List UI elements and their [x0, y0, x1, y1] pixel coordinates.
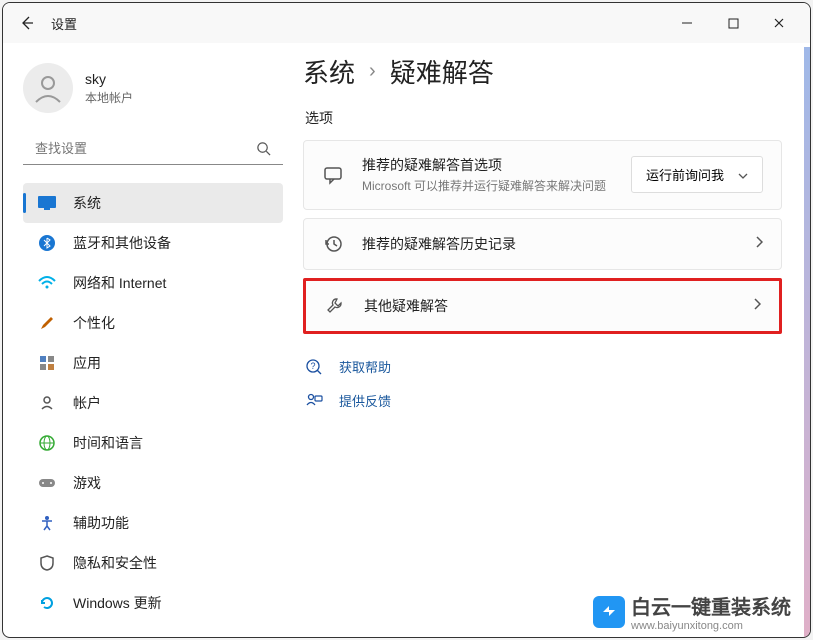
chevron-right-icon: [753, 297, 761, 315]
sidebar: sky 本地帐户 系统 蓝牙和其他设备: [3, 43, 303, 637]
search-box[interactable]: [23, 133, 283, 165]
paintbrush-icon: [37, 313, 57, 333]
user-subtitle: 本地帐户: [85, 89, 133, 106]
arrow-left-icon: [19, 15, 35, 31]
option-title: 推荐的疑难解答历史记录: [362, 234, 755, 254]
history-icon: [322, 233, 344, 255]
nav-item-accounts[interactable]: 帐户: [23, 383, 283, 423]
nav-item-accessibility[interactable]: 辅助功能: [23, 503, 283, 543]
nav-item-apps[interactable]: 应用: [23, 343, 283, 383]
accessibility-icon: [37, 513, 57, 533]
nav-item-windows-update[interactable]: Windows 更新: [23, 583, 283, 623]
card-recommended-preferences: 推荐的疑难解答首选项 Microsoft 可以推荐并运行疑难解答来解决问题 运行…: [303, 140, 782, 210]
search-icon: [256, 141, 271, 156]
breadcrumb: 系统 › 疑难解答: [303, 53, 782, 90]
window-title: 设置: [51, 14, 77, 33]
globe-icon: [37, 433, 57, 453]
nav-item-system[interactable]: 系统: [23, 183, 283, 223]
row-history[interactable]: 推荐的疑难解答历史记录: [304, 219, 781, 269]
gaming-icon: [37, 473, 57, 493]
shield-icon: [37, 553, 57, 573]
link-label: 获取帮助: [339, 357, 391, 376]
maximize-icon: [728, 18, 739, 29]
minimize-button[interactable]: [664, 7, 710, 39]
titlebar: 设置: [3, 3, 810, 43]
avatar: [23, 63, 73, 113]
breadcrumb-parent[interactable]: 系统: [303, 53, 355, 90]
nav-label: 帐户: [73, 393, 101, 413]
row-recommended-preferences: 推荐的疑难解答首选项 Microsoft 可以推荐并运行疑难解答来解决问题 运行…: [304, 141, 781, 209]
chevron-down-icon: [738, 167, 748, 182]
card-other-troubleshooters[interactable]: 其他疑难解答: [303, 278, 782, 334]
apps-icon: [37, 353, 57, 373]
user-block[interactable]: sky 本地帐户: [23, 53, 303, 133]
link-label: 提供反馈: [339, 391, 391, 410]
close-icon: [773, 17, 785, 29]
help-links: ? 获取帮助 提供反馈: [303, 350, 782, 418]
nav-item-gaming[interactable]: 游戏: [23, 463, 283, 503]
accounts-icon: [37, 393, 57, 413]
main-content: 系统 › 疑难解答 选项 推荐的疑难解答首选项 Microsoft 可以推荐并运…: [303, 43, 810, 637]
svg-text:?: ?: [310, 361, 315, 371]
nav-label: 游戏: [73, 473, 101, 493]
bluetooth-icon: [37, 233, 57, 253]
row-other-troubleshooters[interactable]: 其他疑难解答: [306, 281, 779, 331]
nav-label: 时间和语言: [73, 433, 143, 453]
nav-item-privacy[interactable]: 隐私和安全性: [23, 543, 283, 583]
nav-label: 辅助功能: [73, 513, 129, 533]
nav-item-time-language[interactable]: 时间和语言: [23, 423, 283, 463]
wifi-icon: [37, 273, 57, 293]
nav-label: 个性化: [73, 313, 115, 333]
nav-item-network[interactable]: 网络和 Internet: [23, 263, 283, 303]
nav-label: 系统: [73, 193, 101, 213]
chevron-right-icon: [755, 235, 763, 253]
nav-label: 隐私和安全性: [73, 553, 157, 573]
option-subtitle: Microsoft 可以推荐并运行疑难解答来解决问题: [362, 178, 622, 195]
nav-label: 蓝牙和其他设备: [73, 233, 171, 253]
nav-label: 应用: [73, 353, 101, 373]
chat-icon: [322, 164, 344, 186]
person-icon: [32, 72, 64, 104]
preference-dropdown[interactable]: 运行前询问我: [631, 156, 763, 193]
give-feedback-link[interactable]: 提供反馈: [303, 384, 782, 418]
card-history[interactable]: 推荐的疑难解答历史记录: [303, 218, 782, 270]
back-button[interactable]: [11, 7, 43, 39]
get-help-link[interactable]: ? 获取帮助: [303, 350, 782, 384]
breadcrumb-current: 疑难解答: [390, 53, 494, 90]
nav-list: 系统 蓝牙和其他设备 网络和 Internet 个性化 应用: [23, 183, 303, 623]
option-title: 其他疑难解答: [364, 296, 753, 316]
maximize-button[interactable]: [710, 7, 756, 39]
dropdown-label: 运行前询问我: [646, 165, 724, 184]
section-title-options: 选项: [305, 108, 782, 128]
minimize-icon: [681, 17, 693, 29]
nav-label: 网络和 Internet: [73, 273, 166, 293]
chevron-right-icon: ›: [369, 60, 376, 83]
nav-label: Windows 更新: [73, 593, 162, 613]
search-input[interactable]: [35, 141, 256, 156]
nav-item-bluetooth[interactable]: 蓝牙和其他设备: [23, 223, 283, 263]
system-icon: [37, 193, 57, 213]
feedback-icon: [303, 390, 325, 412]
decorative-edge: [804, 47, 810, 637]
option-title: 推荐的疑难解答首选项: [362, 155, 631, 175]
close-button[interactable]: [756, 7, 802, 39]
wrench-icon: [324, 295, 346, 317]
help-icon: ?: [303, 356, 325, 378]
update-icon: [37, 593, 57, 613]
user-name: sky: [85, 71, 133, 87]
nav-item-personalization[interactable]: 个性化: [23, 303, 283, 343]
